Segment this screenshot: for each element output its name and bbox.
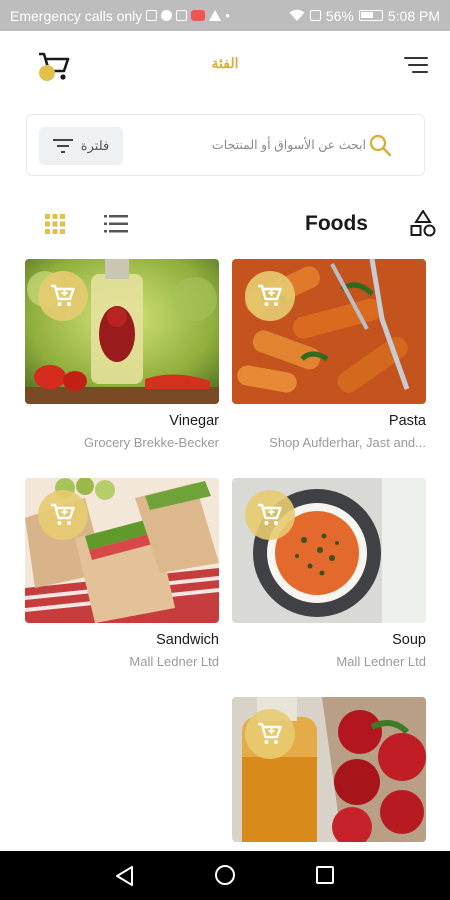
filter-button[interactable]: فلترة [39, 127, 123, 165]
notification-icon [146, 10, 158, 21]
add-to-cart-icon [258, 503, 282, 525]
image-icon [176, 10, 188, 21]
shapes-icon[interactable] [410, 210, 436, 238]
back-icon[interactable] [114, 865, 136, 887]
recent-apps-icon[interactable] [316, 866, 334, 884]
product-shop: Mall Ledner Ltd [336, 654, 426, 669]
add-to-cart-icon [258, 284, 282, 306]
product-name: Pasta [388, 413, 426, 429]
product-card-apple-vinegar[interactable] [232, 697, 426, 851]
home-icon[interactable] [215, 865, 235, 885]
add-to-cart-button[interactable] [245, 709, 295, 759]
status-bar: Emergency calls only • 56% 5:08 PM [0, 0, 450, 31]
warning-icon [209, 10, 222, 21]
app-notification-icon [191, 10, 206, 21]
product-shop: Shop Aufderhar, Jast and... [269, 435, 426, 450]
app-header: الفئة [0, 31, 450, 101]
product-name: Vinegar [169, 413, 219, 429]
add-to-cart-button[interactable] [245, 490, 295, 540]
list-view-icon[interactable] [104, 214, 128, 234]
product-shop: Mall Ledner Ltd [129, 654, 219, 669]
add-to-cart-icon [51, 503, 75, 525]
more-icon: • [225, 8, 230, 23]
page-title: الفئة [211, 55, 239, 71]
menu-icon [404, 57, 428, 59]
battery-percent: 56% [325, 7, 354, 24]
product-name: Sandwich [156, 632, 219, 648]
menu-icon-line [412, 71, 428, 73]
category-title: Foods [305, 212, 368, 235]
system-nav-bar [0, 851, 450, 900]
battery-icon [358, 10, 383, 21]
grid-view-icon[interactable] [45, 214, 65, 234]
filter-icon [52, 139, 73, 153]
add-to-cart-button[interactable] [38, 271, 88, 321]
add-to-cart-button[interactable] [245, 271, 295, 321]
product-card-pasta[interactable]: Pasta Shop Aufderhar, Jast and... [232, 259, 426, 459]
clock: 5:08 PM [387, 7, 440, 24]
product-card-sandwich[interactable]: Sandwich Mall Ledner Ltd [25, 478, 219, 678]
menu-button[interactable] [402, 55, 428, 75]
product-name: Soup [392, 632, 426, 648]
filter-label: فلترة [80, 138, 110, 153]
search-input[interactable]: ابحث عن الأسواق أو المنتجات [212, 137, 366, 152]
product-card-soup[interactable]: Soup Mall Ledner Ltd [232, 478, 426, 678]
product-shop: Grocery Brekke-Becker [83, 435, 219, 450]
add-to-cart-icon [51, 284, 75, 306]
sim-icon [309, 10, 321, 21]
add-to-cart-button[interactable] [38, 490, 88, 540]
product-card-vinegar[interactable]: Vinegar Grocery Brekke-Becker [25, 259, 219, 459]
search-box: فلترة ابحث عن الأسواق أو المنتجات [26, 114, 425, 176]
phone-icon [161, 10, 173, 21]
wifi-icon [289, 9, 305, 21]
menu-icon-line [408, 64, 428, 66]
carrier-text: Emergency calls only [10, 7, 143, 24]
add-to-cart-icon [258, 722, 282, 744]
search-icon[interactable] [368, 133, 392, 157]
